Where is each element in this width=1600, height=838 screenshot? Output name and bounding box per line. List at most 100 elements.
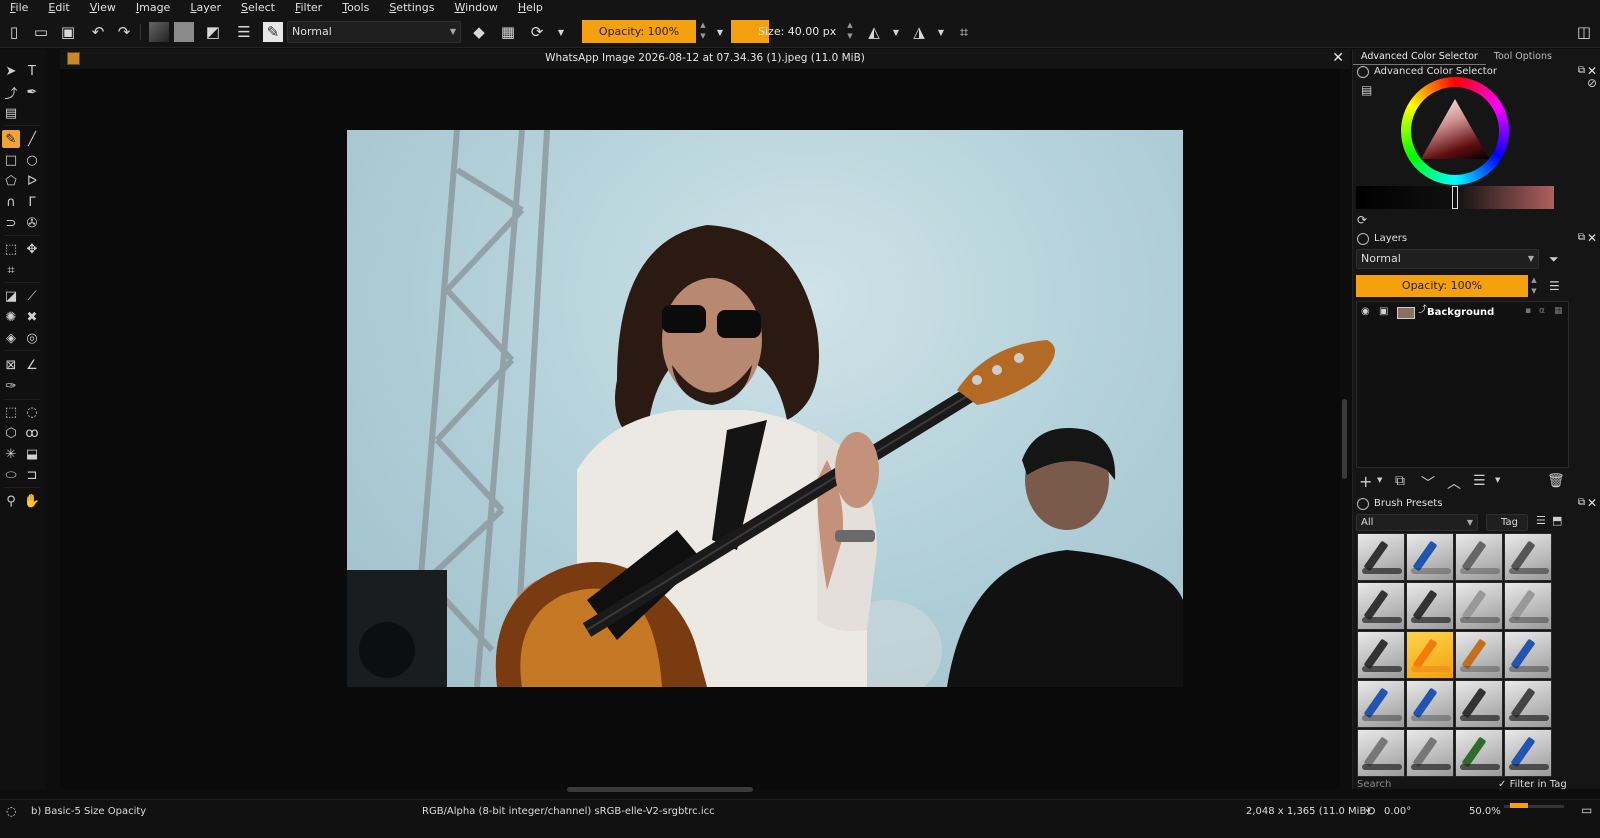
close-icon[interactable]: ✕ xyxy=(1587,496,1597,510)
rotation-label[interactable]: 0.00° xyxy=(1384,806,1411,817)
smart-patch-icon[interactable]: ✖ xyxy=(23,308,41,326)
bezier-tool-icon[interactable]: ∩ xyxy=(2,193,20,211)
brush-preset-icon[interactable]: ✎ xyxy=(263,22,283,42)
layer-name[interactable]: Background xyxy=(1427,307,1494,318)
brush-preset[interactable] xyxy=(1504,729,1552,777)
dynamic-brush-icon[interactable]: ⊃ xyxy=(2,214,20,232)
new-document-icon[interactable]: ▯ xyxy=(4,22,24,42)
menu-layer[interactable]: Layer xyxy=(180,0,231,16)
brush-preset[interactable] xyxy=(1406,533,1454,581)
opacity-slider[interactable]: Opacity: 100% xyxy=(582,20,696,43)
close-icon[interactable]: ✕ xyxy=(1332,50,1344,66)
freehand-path-icon[interactable]: ᒥ xyxy=(23,193,41,211)
chevron-down-icon[interactable]: ▼ xyxy=(1377,476,1382,484)
reload-preset-icon[interactable]: ⟳ xyxy=(527,22,547,42)
similar-select-icon[interactable]: ⬓ xyxy=(23,445,41,463)
transform-tool-icon[interactable]: ⬚ xyxy=(2,240,20,258)
move-tool-icon[interactable]: ✥ xyxy=(23,240,41,258)
tab-advanced-color-selector[interactable]: Advanced Color Selector xyxy=(1353,49,1486,65)
ellipse-select-icon[interactable]: ◌ xyxy=(23,403,41,421)
list-view-icon[interactable]: ☰ xyxy=(1536,514,1546,527)
brush-preset[interactable] xyxy=(1504,582,1552,630)
line-tool-icon[interactable]: ╱ xyxy=(23,130,41,148)
undo-icon[interactable]: ↶ xyxy=(88,22,108,42)
measure-tool-icon[interactable]: ∠ xyxy=(23,356,41,374)
wrap-around-icon[interactable]: ⌗ xyxy=(954,22,974,42)
document-title[interactable]: WhatsApp Image 2026-08-12 at 07.34.36 (1… xyxy=(60,52,1350,64)
size-slider[interactable]: Size: 40.00 px xyxy=(731,20,843,43)
zoom-slider-handle[interactable] xyxy=(1510,803,1528,808)
layer-opacity-spinner[interactable]: ▲ ▼ xyxy=(1529,275,1539,297)
ellipse-tool-icon[interactable]: ○ xyxy=(23,151,41,169)
brush-preset[interactable] xyxy=(1504,533,1552,581)
float-icon[interactable]: ⧉ xyxy=(1578,232,1585,243)
lock-icon[interactable] xyxy=(1357,498,1369,510)
menu-select[interactable]: Select xyxy=(231,0,285,16)
select-shapes-icon[interactable]: ➤ xyxy=(2,62,20,80)
zoom-tool-icon[interactable]: ⚲ xyxy=(2,492,20,510)
brush-preset[interactable] xyxy=(1504,631,1552,679)
brush-preset[interactable] xyxy=(1357,582,1405,630)
bezier-select-icon[interactable]: ⬭ xyxy=(2,466,20,484)
chevron-down-icon[interactable]: ▼ xyxy=(551,22,571,42)
crop-tool-icon[interactable]: ⌗ xyxy=(2,261,20,279)
layer-row[interactable]: ◉ ▣ ⤴ Background ▪ α ▦ xyxy=(1357,304,1568,322)
brush-preset[interactable] xyxy=(1455,533,1503,581)
menu-edit[interactable]: Edit xyxy=(38,0,79,16)
edit-shapes-icon[interactable]: ⤴ xyxy=(2,83,20,102)
brush-preset[interactable] xyxy=(1357,680,1405,728)
image-canvas[interactable] xyxy=(347,130,1183,687)
magnetic-select-icon[interactable]: ⊐ xyxy=(23,466,41,484)
color-space-label[interactable]: RGB/Alpha (8-bit integer/channel) sRGB-e… xyxy=(422,806,715,817)
filter-in-tag-checkbox[interactable]: ✓ Filter in Tag xyxy=(1498,779,1567,790)
reset-color-icon[interactable]: ⟳ xyxy=(1357,213,1367,227)
reference-images-icon[interactable]: ✑ xyxy=(2,377,20,395)
brush-preset[interactable] xyxy=(1455,729,1503,777)
layer-menu-icon[interactable]: ☰ xyxy=(1549,279,1560,293)
rotate-icon[interactable]: ⟲ xyxy=(1365,804,1375,818)
alpha-icon[interactable]: α xyxy=(1539,306,1545,316)
text-tool-icon[interactable]: T xyxy=(23,62,41,80)
mirror-vertical-icon[interactable]: ◮ xyxy=(909,22,929,42)
layer-blend-mode-dropdown[interactable]: Normal ▼ xyxy=(1356,249,1539,269)
layer-properties-icon[interactable]: ☰ xyxy=(1473,473,1486,489)
menu-help[interactable]: Help xyxy=(508,0,553,16)
layer-list[interactable]: ◉ ▣ ⤴ Background ▪ α ▦ xyxy=(1356,301,1569,468)
layer-opacity-slider[interactable]: Opacity: 100% xyxy=(1356,275,1528,297)
fill-tool-icon[interactable]: ◈ xyxy=(2,329,20,347)
menu-settings[interactable]: Settings xyxy=(379,0,444,16)
brush-preset[interactable] xyxy=(1406,729,1454,777)
add-layer-icon[interactable]: + xyxy=(1359,472,1372,491)
assistant-tool-icon[interactable]: ▤ xyxy=(2,104,20,122)
menu-window[interactable]: Window xyxy=(444,0,507,16)
vertical-scrollbar[interactable] xyxy=(1342,399,1347,479)
no-color-icon[interactable]: ⊘ xyxy=(1587,76,1597,90)
filter-icon[interactable]: ⏷ xyxy=(1549,252,1559,267)
brush-preset[interactable] xyxy=(1504,680,1552,728)
brush-preset[interactable] xyxy=(1406,582,1454,630)
alpha-lock-icon[interactable]: ▦ xyxy=(498,22,518,42)
brush-tag-dropdown[interactable]: All ▼ xyxy=(1356,514,1478,531)
open-document-icon[interactable]: ▭ xyxy=(31,22,51,42)
menu-tools[interactable]: Tools xyxy=(332,0,379,16)
chevron-down-icon[interactable]: ▼ xyxy=(886,22,906,42)
chevron-down-icon[interactable]: ▼ xyxy=(931,22,951,42)
menu-file[interactable]: File xyxy=(0,0,38,16)
checkbox-icon[interactable]: ▣ xyxy=(1379,306,1388,317)
duplicate-layer-icon[interactable]: ⧉ xyxy=(1395,473,1405,489)
freehand-brush-icon[interactable]: ✎ xyxy=(2,130,20,148)
freehand-select-icon[interactable]: ꝏ xyxy=(23,424,41,442)
color-settings-icon[interactable]: ▤ xyxy=(1361,83,1372,97)
move-up-icon[interactable]: ︿ xyxy=(1447,473,1461,493)
color-picker-icon[interactable]: ⟋ xyxy=(23,287,41,305)
color-triangle[interactable] xyxy=(1421,99,1489,159)
workspace-icon[interactable]: ◫ xyxy=(1574,22,1594,42)
lock-icon[interactable] xyxy=(1357,233,1369,245)
delete-layer-icon[interactable]: 🗑 xyxy=(1547,473,1565,489)
opacity-spinner[interactable]: ▲ ▼ xyxy=(698,20,708,43)
brush-settings-icon[interactable]: ☰ xyxy=(234,22,254,42)
polyline-tool-icon[interactable]: ᐅ xyxy=(23,172,41,190)
rectangle-select-icon[interactable]: ⬚ xyxy=(2,403,20,421)
contiguous-select-icon[interactable]: ✳ xyxy=(2,445,20,463)
menu-image[interactable]: Image xyxy=(126,0,180,16)
